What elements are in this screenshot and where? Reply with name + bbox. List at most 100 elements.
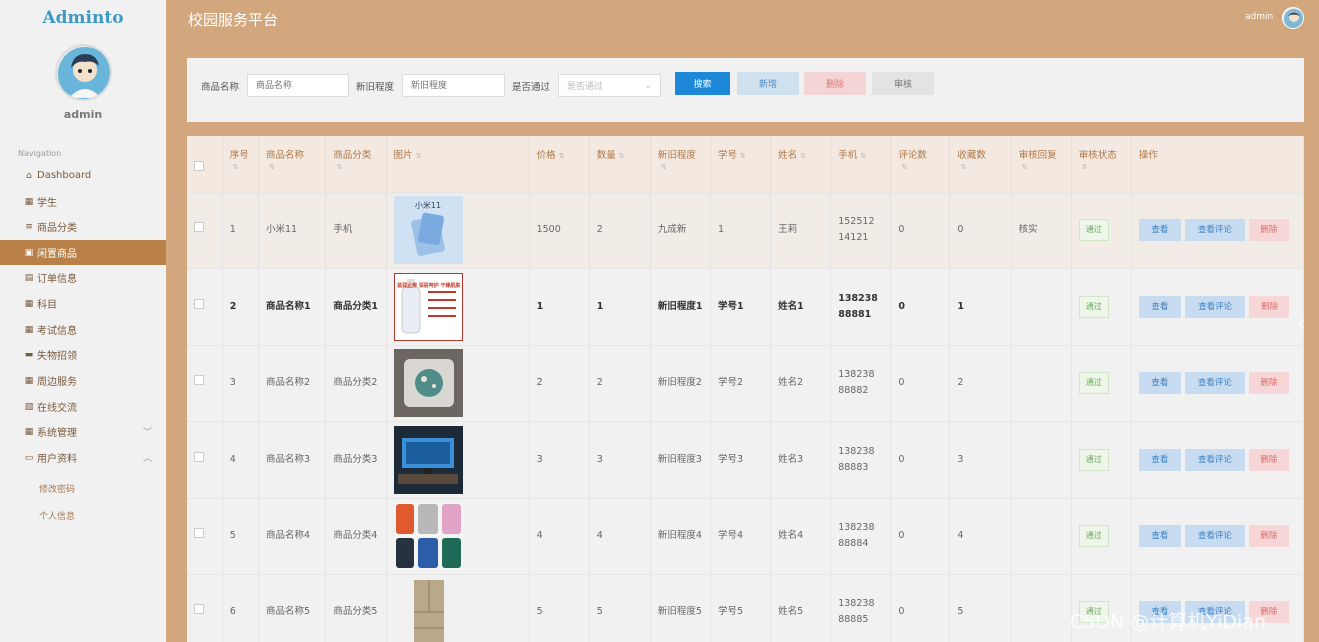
sidebar-item-profile[interactable]: ▭ 用户资料 ︿ (0, 445, 166, 470)
header-no[interactable]: 序号 ⇅ (222, 136, 260, 192)
view-button[interactable]: 查看 (1138, 448, 1181, 471)
header-username[interactable]: admin (1245, 12, 1273, 22)
product-image[interactable] (393, 349, 522, 417)
sort-icon[interactable]: ⇅ (860, 152, 866, 160)
sort-icon[interactable]: ⇅ (416, 152, 422, 160)
table-row[interactable]: 3 商品名称2 商品分类2 2 2 新旧程度2 学号2 姓名2 13823888882 0 2 通过查… (187, 344, 1304, 421)
sidebar-item-system[interactable]: ▦ 系统管理 ﹀ (0, 419, 166, 444)
sidebar-item-exams[interactable]: ▦ 考试信息 (0, 317, 166, 342)
sort-icon[interactable]: ⇅ (960, 163, 966, 171)
header-comments[interactable]: 评论数 ⇅ (890, 136, 951, 192)
header-phone[interactable]: 手机 ⇅ (830, 136, 892, 192)
delete-row-button[interactable]: 删除 (1248, 372, 1289, 394)
table-row[interactable]: 1 小米11 手机 小米11 1500 2 九成新 1 王莉 15251214121 0 0 核实 通过查… (187, 191, 1304, 268)
cell-text: 商品分类4 (333, 530, 378, 541)
cell-image: "500ml 蓝润止痒 深层呵护 干燥肌肤 清爽滋养 清爽滋养" (386, 267, 530, 345)
sort-icon[interactable]: ⇅ (740, 152, 746, 160)
header-label: 商品分类 (333, 150, 372, 161)
view-button[interactable]: 查看 (1138, 295, 1181, 318)
sidebar-item-students[interactable]: ▦ 学生 (0, 189, 166, 214)
view-comments-button[interactable]: 查看评论 (1185, 295, 1246, 318)
table-row[interactable]: 4 商品名称3 商品分类3 3 3 新旧程度3 学号3 姓名3 13823888883 0 3 通过查… (187, 420, 1304, 498)
view-button[interactable]: 查看 (1138, 372, 1181, 394)
view-comments-button[interactable]: 查看评论 (1184, 525, 1245, 547)
delete-row-button[interactable]: 删除 (1248, 448, 1289, 471)
cell-text: 4 (596, 530, 603, 541)
delete-row-button[interactable]: 删除 (1249, 295, 1290, 318)
sidebar-item-orders[interactable]: ▤ 订单信息 (0, 265, 166, 290)
cell-select[interactable] (187, 344, 223, 421)
table-row[interactable]: 2 商品名称1 商品分类1 "500ml 蓝润止痒 深层呵护 干燥肌肤 清爽滋养 清爽… (187, 267, 1304, 345)
select-all-header[interactable] (187, 136, 223, 192)
product-image[interactable]: 小米11 (393, 196, 522, 264)
sidebar-item-dashboard[interactable]: ⌂ Dashboard (0, 163, 166, 188)
header-student-name[interactable]: 姓名 ⇅ (770, 136, 832, 192)
select-all-checkbox[interactable] (194, 161, 204, 171)
sidebar-item-idle-goods[interactable]: ▣ 闲置商品 (0, 240, 166, 265)
header-category[interactable]: 商品分类 ⇅ (325, 136, 387, 192)
review-button[interactable]: 审核 (872, 72, 934, 95)
delete-row-button[interactable]: 删除 (1248, 525, 1289, 547)
name-input[interactable] (247, 74, 349, 97)
cell-select[interactable] (187, 191, 223, 268)
view-button[interactable]: 查看 (1138, 219, 1181, 241)
add-button[interactable]: 新增 (737, 72, 799, 95)
row-checkbox[interactable] (194, 451, 204, 462)
product-image[interactable] (393, 425, 522, 494)
condition-input[interactable] (402, 74, 505, 97)
sort-icon[interactable]: ⇅ (233, 163, 239, 171)
header-condition[interactable]: 新旧程度 ⇅ (650, 136, 711, 192)
delete-button[interactable]: 删除 (804, 72, 866, 95)
cell-name: 商品名称1 (258, 267, 327, 345)
product-image[interactable] (393, 578, 522, 642)
product-image[interactable] (393, 502, 522, 570)
header-price[interactable]: 价格 ⇅ (529, 136, 590, 192)
header-reply[interactable]: 审核回复 ⇅ (1011, 136, 1072, 192)
grid-icon: ▦ (24, 324, 34, 335)
table-row[interactable]: 5 商品名称4 商品分类4 4 4 新旧程度4 学号4 姓名4 13823888884 0 4 通过查… (187, 497, 1304, 574)
view-button[interactable]: 查看 (1138, 525, 1181, 547)
sidebar-item-lost-found[interactable]: ▬ 失物招领 (0, 342, 166, 367)
sort-icon[interactable]: ⇅ (1022, 163, 1028, 171)
sort-icon[interactable]: ⇅ (559, 152, 565, 160)
sidebar-subitem-password[interactable]: 修改密码 (39, 482, 75, 495)
approved-select[interactable]: 是否通过 ⌄ (558, 74, 661, 97)
delete-row-button[interactable]: 删除 (1248, 219, 1289, 241)
view-comments-button[interactable]: 查看评论 (1184, 219, 1245, 241)
row-checkbox[interactable] (194, 298, 204, 309)
sidebar-subitem-info[interactable]: 个人信息 (39, 509, 75, 522)
row-checkbox[interactable] (194, 375, 204, 385)
header-student-no[interactable]: 学号 ⇅ (710, 136, 772, 192)
cell-select[interactable] (187, 573, 223, 642)
cell-select[interactable] (187, 420, 223, 498)
header-avatar[interactable] (1282, 7, 1304, 29)
product-image[interactable]: "500ml 蓝润止痒 深层呵护 干燥肌肤 清爽滋养 清爽滋养" (393, 272, 522, 341)
sort-icon[interactable]: ⇅ (901, 163, 907, 171)
header-status[interactable]: 审核状态 ⇅ (1071, 136, 1132, 192)
chevron-left-icon[interactable]: ‹ (1297, 312, 1306, 337)
search-button[interactable]: 搜索 (675, 72, 730, 95)
sort-icon[interactable]: ⇅ (1082, 163, 1088, 171)
row-checkbox[interactable] (194, 222, 204, 232)
sort-icon[interactable]: ⇅ (336, 163, 342, 171)
header-name[interactable]: 商品名称 ⇅ (258, 136, 327, 192)
sidebar-item-categories[interactable]: ≡ 商品分类 (0, 214, 166, 239)
view-comments-button[interactable]: 查看评论 (1184, 448, 1245, 471)
cell-text: 4 (957, 530, 964, 541)
header-favorites[interactable]: 收藏数 ⇅ (949, 136, 1012, 192)
sort-icon[interactable]: ⇅ (800, 152, 806, 160)
header-image[interactable]: 图片 ⇅ (386, 136, 530, 192)
view-comments-button[interactable]: 查看评论 (1184, 372, 1245, 394)
cell-select[interactable] (187, 267, 223, 345)
row-checkbox[interactable] (194, 528, 204, 538)
sidebar-item-chat[interactable]: ▧ 在线交流 (0, 394, 166, 419)
avatar[interactable] (55, 44, 112, 101)
cell-select[interactable] (187, 497, 223, 574)
sidebar-item-subjects[interactable]: ▦ 科目 (0, 291, 166, 316)
row-checkbox[interactable] (194, 604, 204, 615)
sidebar-item-services[interactable]: ▦ 周边服务 (0, 368, 166, 393)
sort-icon[interactable]: ⇅ (661, 163, 667, 171)
sort-icon[interactable]: ⇅ (269, 163, 275, 171)
header-qty[interactable]: 数量 ⇅ (589, 136, 651, 192)
sort-icon[interactable]: ⇅ (619, 152, 625, 160)
